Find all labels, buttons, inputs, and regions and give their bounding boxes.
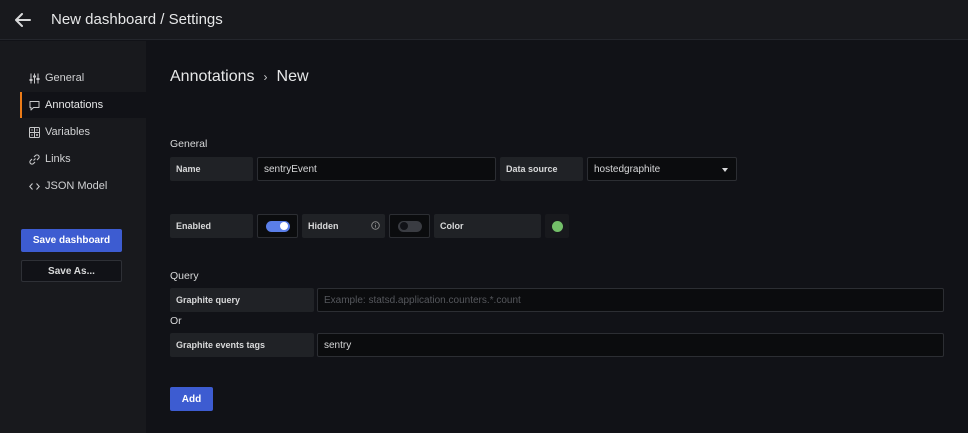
query-section-title: Query [170, 270, 199, 282]
name-field[interactable] [257, 157, 496, 181]
sidebar-item-label: General [45, 72, 85, 84]
color-swatch [551, 220, 563, 232]
info-icon[interactable] [371, 221, 380, 232]
or-label: Or [170, 315, 182, 327]
sidebar-item-label: JSON Model [45, 180, 108, 192]
sidebar-item-label: Links [45, 153, 71, 165]
code-icon [29, 181, 40, 192]
toggle-switch-on [265, 220, 290, 232]
hidden-label: Hidden [302, 214, 385, 238]
general-section-title: General [170, 138, 208, 150]
sliders-icon [29, 73, 40, 84]
hidden-toggle[interactable] [389, 214, 430, 238]
toggle-knob [279, 222, 288, 230]
sidebar-item-annotations[interactable]: Annotations [20, 92, 146, 118]
breadcrumb-parent[interactable]: Annotations [170, 68, 255, 86]
toggle-switch-off [397, 220, 422, 232]
data-source-label: Data source [500, 157, 583, 181]
breadcrumb-separator: › [263, 70, 268, 84]
settings-sidebar: General Annotations Variables Links JSON… [0, 41, 146, 433]
sidebar-item-links[interactable]: Links [20, 146, 146, 172]
calculator-icon [29, 126, 40, 138]
breadcrumb: Annotations › New [170, 68, 309, 86]
color-label: Color [434, 214, 541, 238]
sidebar-item-label: Variables [45, 126, 91, 138]
add-button[interactable]: Add [170, 387, 213, 411]
link-icon [29, 153, 40, 165]
graphite-events-tags-input[interactable] [317, 333, 944, 357]
graphite-query-label: Graphite query [170, 288, 314, 312]
sidebar-item-variables[interactable]: Variables [20, 119, 146, 145]
caret-down-icon [722, 168, 728, 172]
save-as-button[interactable]: Save As... [21, 260, 122, 282]
page-title: New dashboard / Settings [51, 11, 223, 28]
sidebar-item-general[interactable]: General [20, 65, 146, 91]
graphite-events-tags-label: Graphite events tags [170, 333, 314, 357]
data-source-value: hostedgraphite [594, 163, 661, 175]
enabled-toggle[interactable] [257, 214, 298, 238]
toggle-knob [399, 222, 408, 230]
name-label: Name [170, 157, 253, 181]
sidebar-item-json-model[interactable]: JSON Model [20, 173, 146, 199]
breadcrumb-current: New [276, 68, 309, 85]
sidebar-item-label: Annotations [45, 99, 104, 111]
graphite-query-input[interactable] [317, 288, 944, 312]
save-dashboard-button[interactable]: Save dashboard [21, 229, 122, 252]
data-source-select[interactable]: hostedgraphite [587, 157, 737, 181]
enabled-label: Enabled [170, 214, 253, 238]
arrow-left-icon[interactable] [12, 9, 34, 31]
hidden-label-text: Hidden [308, 221, 339, 231]
top-bar: New dashboard / Settings [0, 0, 968, 40]
comment-icon [29, 100, 40, 111]
color-picker[interactable] [545, 214, 569, 238]
